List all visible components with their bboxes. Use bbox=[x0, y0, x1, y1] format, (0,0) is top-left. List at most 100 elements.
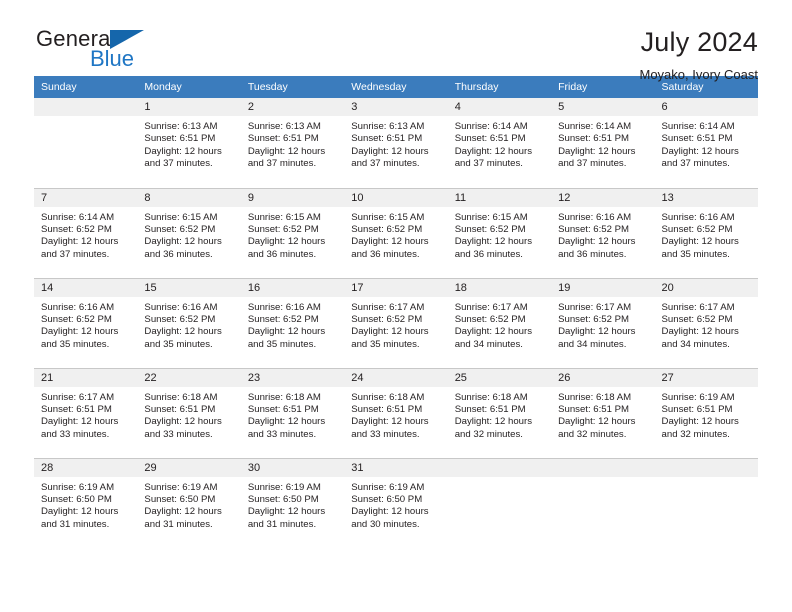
day-cell-content: 11 Sunrise: 6:15 AM Sunset: 6:52 PM Dayligh… bbox=[447, 188, 552, 278]
daylight-text-line2: and 33 minutes. bbox=[351, 428, 420, 440]
daylight-text-line2: and 32 minutes. bbox=[558, 428, 627, 440]
day-sun-info: Sunrise: 6:16 AM Sunset: 6:52 PM Daylight:… bbox=[551, 207, 654, 262]
day-cell-content bbox=[34, 98, 138, 188]
daylight-text-line1: Daylight: 12 hours bbox=[454, 416, 533, 428]
general-blue-logo[interactable]: General Blue bbox=[34, 28, 184, 80]
day-sun-info: Sunrise: 6:16 AM Sunset: 6:52 PM Daylight:… bbox=[137, 297, 240, 352]
sunset-text: Sunset: 6:52 PM bbox=[41, 223, 112, 235]
calendar-day-cell[interactable]: 3 Sunrise: 6:13 AM Sunset: 6:51 PM Daylight… bbox=[344, 98, 448, 188]
calendar-day-cell[interactable]: 22 Sunrise: 6:18 AM Sunset: 6:51 PM Dayligh… bbox=[137, 367, 241, 458]
sunrise-text: Sunrise: 6:16 AM bbox=[247, 301, 321, 313]
calendar-day-cell[interactable]: 5 Sunrise: 6:14 AM Sunset: 6:51 PM Daylight… bbox=[551, 98, 655, 188]
day-sun-info: Sunrise: 6:15 AM Sunset: 6:52 PM Daylight:… bbox=[137, 207, 240, 262]
daylight-text-line1: Daylight: 12 hours bbox=[351, 145, 429, 157]
sunrise-text: Sunrise: 6:15 AM bbox=[247, 211, 321, 223]
sunset-text: Sunset: 6:51 PM bbox=[558, 133, 630, 145]
calendar-day-cell[interactable]: 31 Sunrise: 6:19 AM Sunset: 6:50 PM Dayligh… bbox=[344, 457, 448, 548]
day-cell-content: 7 Sunrise: 6:14 AM Sunset: 6:52 PM Daylight… bbox=[34, 188, 138, 278]
calendar-day-cell[interactable]: 8 Sunrise: 6:15 AM Sunset: 6:52 PM Daylight… bbox=[137, 187, 241, 278]
calendar-day-cell[interactable]: 20 Sunrise: 6:17 AM Sunset: 6:52 PM Dayligh… bbox=[654, 277, 758, 368]
day-sun-info: Sunrise: 6:15 AM Sunset: 6:52 PM Daylight:… bbox=[344, 207, 447, 262]
calendar-week-row: 14 Sunrise: 6:16 AM Sunset: 6:52 PM Dayligh… bbox=[34, 277, 758, 368]
calendar-day-cell[interactable]: 15 Sunrise: 6:16 AM Sunset: 6:52 PM Dayligh… bbox=[137, 277, 241, 368]
calendar-day-cell[interactable]: 16 Sunrise: 6:16 AM Sunset: 6:52 PM Dayligh… bbox=[240, 277, 345, 368]
calendar-day-cell[interactable]: 29 Sunrise: 6:19 AM Sunset: 6:50 PM Dayligh… bbox=[137, 457, 241, 548]
sunrise-text: Sunrise: 6:18 AM bbox=[247, 391, 321, 403]
day-cell-content: 1 Sunrise: 6:13 AM Sunset: 6:51 PM Daylight… bbox=[137, 98, 241, 188]
calendar-day-cell[interactable]: 13 Sunrise: 6:16 AM Sunset: 6:52 PM Dayligh… bbox=[654, 187, 758, 278]
calendar-day-cell[interactable]: 28 Sunrise: 6:19 AM Sunset: 6:50 PM Dayligh… bbox=[34, 457, 138, 548]
sunrise-text: Sunrise: 6:13 AM bbox=[144, 121, 218, 132]
calendar-day-cell[interactable]: 18 Sunrise: 6:17 AM Sunset: 6:52 PM Dayligh… bbox=[447, 277, 552, 368]
sunrise-text: Sunrise: 6:14 AM bbox=[661, 121, 735, 132]
daylight-text-line1: Daylight: 12 hours bbox=[661, 145, 739, 157]
sunrise-text: Sunrise: 6:19 AM bbox=[144, 481, 218, 493]
calendar-day-cell[interactable]: 26 Sunrise: 6:18 AM Sunset: 6:51 PM Dayligh… bbox=[551, 367, 655, 458]
day-cell-content: 20 Sunrise: 6:17 AM Sunset: 6:52 PM Dayligh… bbox=[654, 278, 758, 368]
calendar-day-cell[interactable]: 10 Sunrise: 6:15 AM Sunset: 6:52 PM Dayligh… bbox=[344, 187, 448, 278]
day-number: 12 bbox=[551, 188, 655, 207]
calendar-day-cell[interactable]: 30 Sunrise: 6:19 AM Sunset: 6:50 PM Dayligh… bbox=[240, 457, 345, 548]
sunrise-text: Sunrise: 6:17 AM bbox=[41, 391, 115, 403]
calendar-day-cell[interactable]: 7 Sunrise: 6:14 AM Sunset: 6:52 PM Daylight… bbox=[34, 187, 138, 278]
daylight-text-line2: and 35 minutes. bbox=[661, 248, 730, 260]
daylight-text-line2: and 31 minutes. bbox=[144, 518, 213, 530]
sunrise-text: Sunrise: 6:17 AM bbox=[558, 301, 632, 313]
weekday-header-thursday: Thursday bbox=[447, 76, 552, 98]
daylight-text-line1: Daylight: 12 hours bbox=[247, 326, 326, 338]
calendar-day-cell[interactable]: 6 Sunrise: 6:14 AM Sunset: 6:51 PM Daylight… bbox=[654, 98, 758, 188]
day-cell-content: 27 Sunrise: 6:19 AM Sunset: 6:51 PM Dayligh… bbox=[654, 368, 758, 458]
daylight-text-line2: and 33 minutes. bbox=[247, 428, 317, 440]
calendar-day-cell[interactable]: 23 Sunrise: 6:18 AM Sunset: 6:51 PM Dayligh… bbox=[240, 367, 345, 458]
calendar-day-cell[interactable]: 4 Sunrise: 6:14 AM Sunset: 6:51 PM Daylight… bbox=[447, 98, 552, 188]
calendar-day-cell[interactable]: 14 Sunrise: 6:16 AM Sunset: 6:52 PM Dayligh… bbox=[34, 277, 138, 368]
day-cell-content: 18 Sunrise: 6:17 AM Sunset: 6:52 PM Dayligh… bbox=[447, 278, 552, 368]
sunset-text: Sunset: 6:52 PM bbox=[558, 313, 630, 325]
day-number bbox=[551, 458, 655, 477]
day-number: 9 bbox=[240, 188, 345, 207]
calendar-day-cell[interactable]: 1 Sunrise: 6:13 AM Sunset: 6:51 PM Daylight… bbox=[137, 98, 241, 188]
sunset-text: Sunset: 6:51 PM bbox=[144, 403, 216, 415]
sunset-text: Sunset: 6:50 PM bbox=[247, 493, 319, 505]
daylight-text-line2: and 36 minutes. bbox=[247, 248, 317, 260]
calendar-day-cell-empty bbox=[34, 98, 138, 188]
day-cell-content: 2 Sunrise: 6:13 AM Sunset: 6:51 PM Daylight… bbox=[240, 98, 345, 188]
sunrise-text: Sunrise: 6:16 AM bbox=[661, 211, 735, 223]
daylight-text-line2: and 34 minutes. bbox=[454, 338, 523, 350]
calendar-day-cell[interactable]: 21 Sunrise: 6:17 AM Sunset: 6:51 PM Dayligh… bbox=[34, 367, 138, 458]
daylight-text-line1: Daylight: 12 hours bbox=[247, 506, 326, 518]
day-sun-info: Sunrise: 6:18 AM Sunset: 6:51 PM Daylight:… bbox=[137, 387, 240, 442]
sunset-text: Sunset: 6:50 PM bbox=[41, 493, 112, 505]
calendar-day-cell[interactable]: 24 Sunrise: 6:18 AM Sunset: 6:51 PM Dayligh… bbox=[344, 367, 448, 458]
sunset-text: Sunset: 6:52 PM bbox=[661, 223, 733, 235]
calendar-day-cell[interactable]: 12 Sunrise: 6:16 AM Sunset: 6:52 PM Dayligh… bbox=[551, 187, 655, 278]
daylight-text-line1: Daylight: 12 hours bbox=[247, 236, 326, 248]
sunset-text: Sunset: 6:52 PM bbox=[247, 313, 319, 325]
calendar-day-cell[interactable]: 27 Sunrise: 6:19 AM Sunset: 6:51 PM Dayligh… bbox=[654, 367, 758, 458]
daylight-text-line1: Daylight: 12 hours bbox=[454, 326, 533, 338]
day-cell-content: 3 Sunrise: 6:13 AM Sunset: 6:51 PM Daylight… bbox=[344, 98, 448, 188]
calendar-page: General Blue July 2024 Moyako, Ivory Coa… bbox=[0, 0, 792, 612]
sunrise-text: Sunrise: 6:18 AM bbox=[351, 391, 425, 403]
calendar-day-cell[interactable]: 17 Sunrise: 6:17 AM Sunset: 6:52 PM Dayligh… bbox=[344, 277, 448, 368]
day-number: 26 bbox=[551, 368, 655, 387]
calendar-day-cell[interactable]: 19 Sunrise: 6:17 AM Sunset: 6:52 PM Dayligh… bbox=[551, 277, 655, 368]
calendar-day-cell[interactable]: 11 Sunrise: 6:15 AM Sunset: 6:52 PM Dayligh… bbox=[447, 187, 552, 278]
day-sun-info: Sunrise: 6:15 AM Sunset: 6:52 PM Daylight:… bbox=[241, 207, 344, 262]
day-cell-content: 25 Sunrise: 6:18 AM Sunset: 6:51 PM Dayligh… bbox=[447, 368, 552, 458]
day-number: 24 bbox=[344, 368, 448, 387]
day-number: 15 bbox=[137, 278, 241, 297]
daylight-text-line2: and 32 minutes. bbox=[661, 428, 730, 440]
daylight-text-line1: Daylight: 12 hours bbox=[41, 506, 119, 518]
daylight-text-line1: Daylight: 12 hours bbox=[351, 326, 429, 338]
sunset-text: Sunset: 6:51 PM bbox=[454, 403, 526, 415]
calendar-day-cell[interactable]: 2 Sunrise: 6:13 AM Sunset: 6:51 PM Daylight… bbox=[240, 98, 345, 188]
sunset-text: Sunset: 6:51 PM bbox=[351, 403, 423, 415]
day-cell-content: 8 Sunrise: 6:15 AM Sunset: 6:52 PM Daylight… bbox=[137, 188, 241, 278]
daylight-text-line1: Daylight: 12 hours bbox=[41, 326, 119, 338]
calendar-day-cell[interactable]: 25 Sunrise: 6:18 AM Sunset: 6:51 PM Dayligh… bbox=[447, 367, 552, 458]
day-number: 8 bbox=[137, 188, 241, 207]
daylight-text-line1: Daylight: 12 hours bbox=[558, 236, 636, 248]
daylight-text-line2: and 37 minutes. bbox=[558, 158, 627, 170]
calendar-day-cell[interactable]: 9 Sunrise: 6:15 AM Sunset: 6:52 PM Daylight… bbox=[240, 187, 345, 278]
